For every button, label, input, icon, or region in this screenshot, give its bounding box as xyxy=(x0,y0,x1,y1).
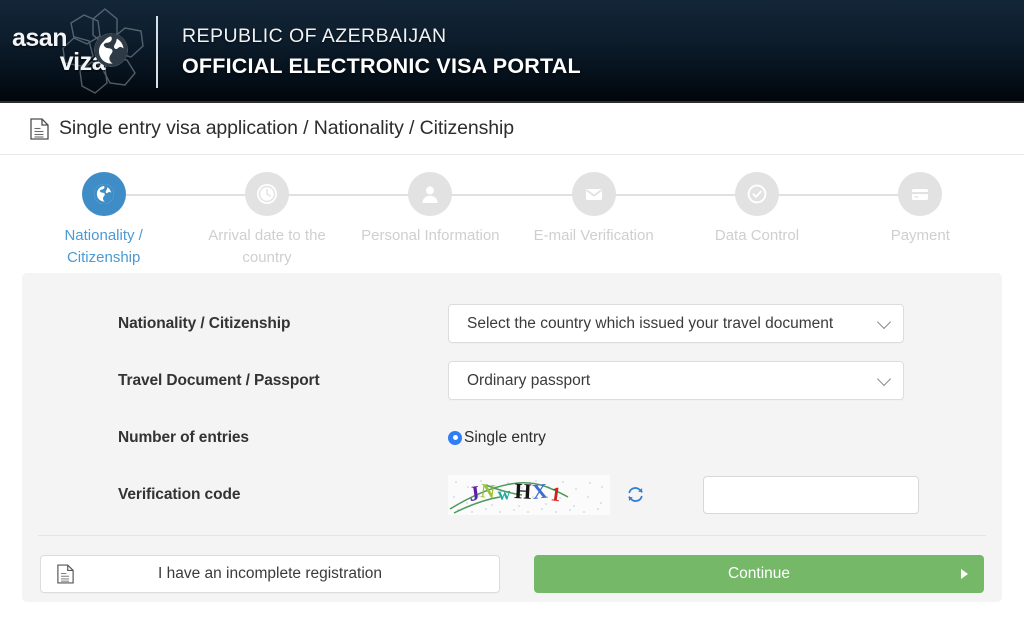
row-travel-document: Travel Document / Passport Ordinary pass… xyxy=(22,352,1002,409)
envelope-icon xyxy=(585,189,602,200)
step-circle-nationality xyxy=(81,172,126,216)
incomplete-registration-label: I have an incomplete registration xyxy=(157,565,383,582)
nationality-select-value: Select the country which issued your tra… xyxy=(467,314,834,332)
step-payment[interactable]: Payment xyxy=(839,172,1002,269)
row-number-of-entries: Number of entries Single entry xyxy=(22,409,1002,466)
document-icon xyxy=(30,117,49,140)
continue-button[interactable]: Continue xyxy=(534,555,984,593)
travel-document-select-value: Ordinary passport xyxy=(467,371,591,389)
row-verification-code: Verification code J N w H X 1 xyxy=(22,466,1002,523)
arrow-right-icon xyxy=(961,569,968,579)
refresh-captcha-icon[interactable] xyxy=(626,485,645,504)
single-entry-option[interactable]: Single entry xyxy=(448,429,546,447)
step-circle-personal xyxy=(408,172,453,216)
incomplete-registration-button[interactable]: I have an incomplete registration xyxy=(40,555,500,593)
site-header: asan viza REPUBLIC OF AZERBAIJAN OFFICIA… xyxy=(0,0,1024,103)
step-label-payment: Payment xyxy=(890,227,950,244)
field-number-of-entries: Single entry xyxy=(448,429,1002,447)
label-travel-document: Travel Document / Passport xyxy=(118,371,320,389)
step-circle-data-control xyxy=(734,172,779,216)
step-arrival-date[interactable]: Arrival date to the country xyxy=(185,172,431,269)
single-entry-radio[interactable] xyxy=(448,430,462,445)
header-titles: REPUBLIC OF AZERBAIJAN OFFICIAL ELECTRON… xyxy=(158,25,581,79)
page-title: Single entry visa application / National… xyxy=(59,117,514,139)
label-number-of-entries: Number of entries xyxy=(118,428,249,446)
step-data-control[interactable]: Data Control xyxy=(675,172,921,269)
form-panel: Nationality / Citizenship Select the cou… xyxy=(22,273,1002,602)
continue-label: Continue xyxy=(727,565,791,582)
field-travel-document: Ordinary passport xyxy=(448,361,1002,400)
row-nationality: Nationality / Citizenship Select the cou… xyxy=(22,295,1002,352)
progress-stepper: Nationality / Citizenship Arrival date t… xyxy=(0,155,1024,271)
field-verification-code: J N w H X 1 xyxy=(448,474,1002,515)
document-icon xyxy=(57,564,74,584)
single-entry-label: Single entry xyxy=(464,428,546,446)
person-icon xyxy=(422,186,438,203)
step-circle-email xyxy=(571,172,616,216)
travel-document-select[interactable]: Ordinary passport xyxy=(448,361,904,400)
form-body: Nationality / Citizenship Select the cou… xyxy=(22,273,1002,593)
check-circle-icon xyxy=(747,184,767,204)
chevron-down-icon xyxy=(876,314,892,329)
svg-text:N: N xyxy=(479,480,496,503)
field-nationality: Select the country which issued your tra… xyxy=(448,304,1002,343)
label-nationality: Nationality / Citizenship xyxy=(118,314,291,332)
step-label-nationality: Nationality / Citizenship xyxy=(64,227,143,266)
globe-icon xyxy=(93,184,114,204)
step-nationality-citizenship[interactable]: Nationality / Citizenship xyxy=(22,172,267,269)
credit-card-icon xyxy=(912,189,929,200)
breadcrumb: Single entry visa application / National… xyxy=(0,103,1024,155)
svg-text:H: H xyxy=(514,478,532,504)
step-label-email: E-mail Verification xyxy=(533,227,654,244)
logo-line-1: asan xyxy=(12,24,67,52)
action-bar: I have an incomplete registration Contin… xyxy=(22,536,1002,593)
svg-text:w: w xyxy=(497,483,511,504)
step-email-verification[interactable]: E-mail Verification xyxy=(512,172,757,269)
chevron-down-icon xyxy=(876,371,892,386)
header-title: OFFICIAL ELECTRONIC VISA PORTAL xyxy=(182,53,581,78)
label-verification-code: Verification code xyxy=(118,485,241,503)
logo[interactable]: asan viza xyxy=(0,0,152,103)
clock-icon xyxy=(256,184,277,204)
step-circle-arrival xyxy=(244,172,289,216)
step-label-data-control: Data Control xyxy=(714,227,800,244)
step-circle-payment xyxy=(898,172,943,216)
captcha-image: J N w H X 1 xyxy=(448,474,610,515)
step-label-personal: Personal Information xyxy=(361,227,500,244)
step-label-arrival: Arrival date to the country xyxy=(208,227,326,266)
step-personal-information[interactable]: Personal Information xyxy=(349,172,594,269)
verification-code-input[interactable] xyxy=(703,475,919,514)
header-subtitle: REPUBLIC OF AZERBAIJAN xyxy=(182,24,447,47)
nationality-select[interactable]: Select the country which issued your tra… xyxy=(448,304,904,343)
globe-logo-icon xyxy=(94,33,128,67)
svg-text:X: X xyxy=(531,478,549,503)
